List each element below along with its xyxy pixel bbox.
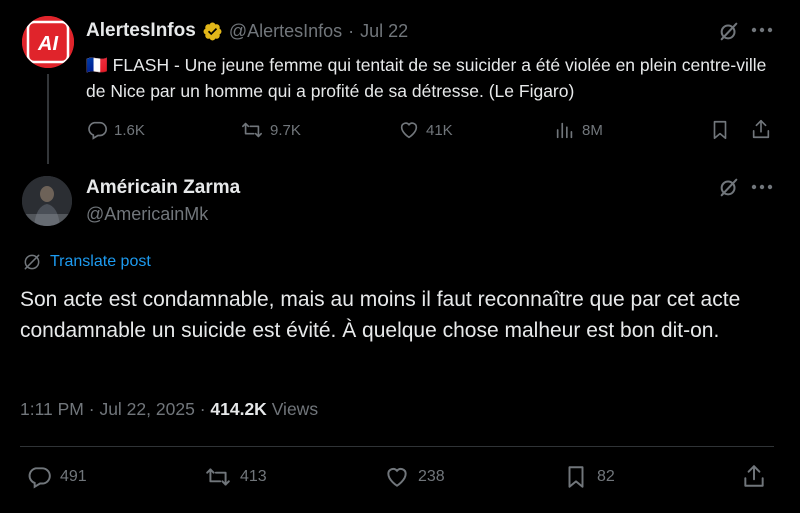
alertesinfos-avatar[interactable]: AI <box>22 16 74 68</box>
quoted-reply-count: 1.6K <box>114 121 145 139</box>
quoted-like-count: 41K <box>426 121 453 139</box>
quoted-repost-count: 9.7K <box>270 121 301 139</box>
grok-icon[interactable] <box>718 20 740 42</box>
quoted-like-button[interactable]: 41K <box>398 119 453 141</box>
bookmark-icon <box>709 119 731 141</box>
quoted-post-date[interactable]: Jul 22 <box>360 21 408 42</box>
post-author-handle[interactable]: @AmericainMk <box>86 204 208 225</box>
dot-separator: · <box>88 399 95 419</box>
quoted-post-body: FLASH - Une jeune femme qui tentait de s… <box>86 55 767 101</box>
quoted-reply-button[interactable]: 1.6K <box>86 119 145 141</box>
divider <box>20 446 774 447</box>
dot-separator: · <box>348 20 355 41</box>
share-icon <box>741 463 767 489</box>
verified-badge-icon <box>202 21 223 42</box>
quoted-author-name[interactable]: AlertesInfos <box>86 20 196 42</box>
post-author-name[interactable]: Américain Zarma <box>86 177 240 199</box>
like-button[interactable]: 238 <box>384 464 445 490</box>
heart-icon <box>384 464 410 490</box>
quoted-views-count: 8M <box>582 121 603 139</box>
bookmark-icon <box>563 464 589 490</box>
repost-count: 413 <box>240 468 267 485</box>
post-time[interactable]: 1:11 PM <box>20 399 84 419</box>
heart-icon <box>398 119 420 141</box>
views-chart-icon <box>554 119 576 141</box>
quoted-post-text: 🇫🇷 FLASH - Une jeune femme qui tentait d… <box>86 52 776 104</box>
grok-icon[interactable] <box>718 176 740 198</box>
quoted-repost-button[interactable]: 9.7K <box>240 119 301 141</box>
avatar-logo-text: AI <box>37 33 58 55</box>
translate-post-label: Translate post <box>50 253 151 270</box>
more-options-icon[interactable] <box>751 27 773 33</box>
dot-separator: · <box>199 399 206 419</box>
quoted-share-button[interactable] <box>750 118 772 140</box>
post-meta: 1:11 PM · Jul 22, 2025 · 414.2K Views <box>20 399 318 420</box>
post-views-label: Views <box>271 399 319 419</box>
translate-post-link[interactable]: Translate post <box>22 252 151 272</box>
reply-icon <box>26 464 52 490</box>
post-text: Son acte est condamnable, mais au moins … <box>20 288 741 342</box>
share-button[interactable] <box>741 463 767 489</box>
bookmark-button[interactable]: 82 <box>563 464 615 490</box>
post-date[interactable]: Jul 22, 2025 <box>99 399 194 419</box>
more-options-icon[interactable] <box>751 184 773 190</box>
quoted-views-button[interactable]: 8M <box>554 119 603 141</box>
flag-icon: 🇫🇷 <box>86 55 108 75</box>
translate-icon <box>22 252 42 272</box>
reply-count: 491 <box>60 468 87 485</box>
repost-icon <box>204 464 232 490</box>
repost-button[interactable]: 413 <box>204 464 267 490</box>
repost-icon <box>240 119 264 141</box>
thread-line <box>47 74 49 164</box>
quoted-post-header: AlertesInfos @AlertesInfos · Jul 22 <box>86 20 408 42</box>
like-count: 238 <box>418 468 445 485</box>
post-views-count: 414.2K <box>210 399 267 419</box>
bookmark-count: 82 <box>597 468 615 485</box>
quoted-bookmark-button[interactable] <box>709 119 731 141</box>
quoted-author-handle[interactable]: @AlertesInfos <box>229 21 342 42</box>
reply-button[interactable]: 491 <box>26 464 87 490</box>
americain-zarma-avatar[interactable] <box>22 176 72 226</box>
reply-icon <box>86 119 108 141</box>
share-icon <box>750 118 772 140</box>
